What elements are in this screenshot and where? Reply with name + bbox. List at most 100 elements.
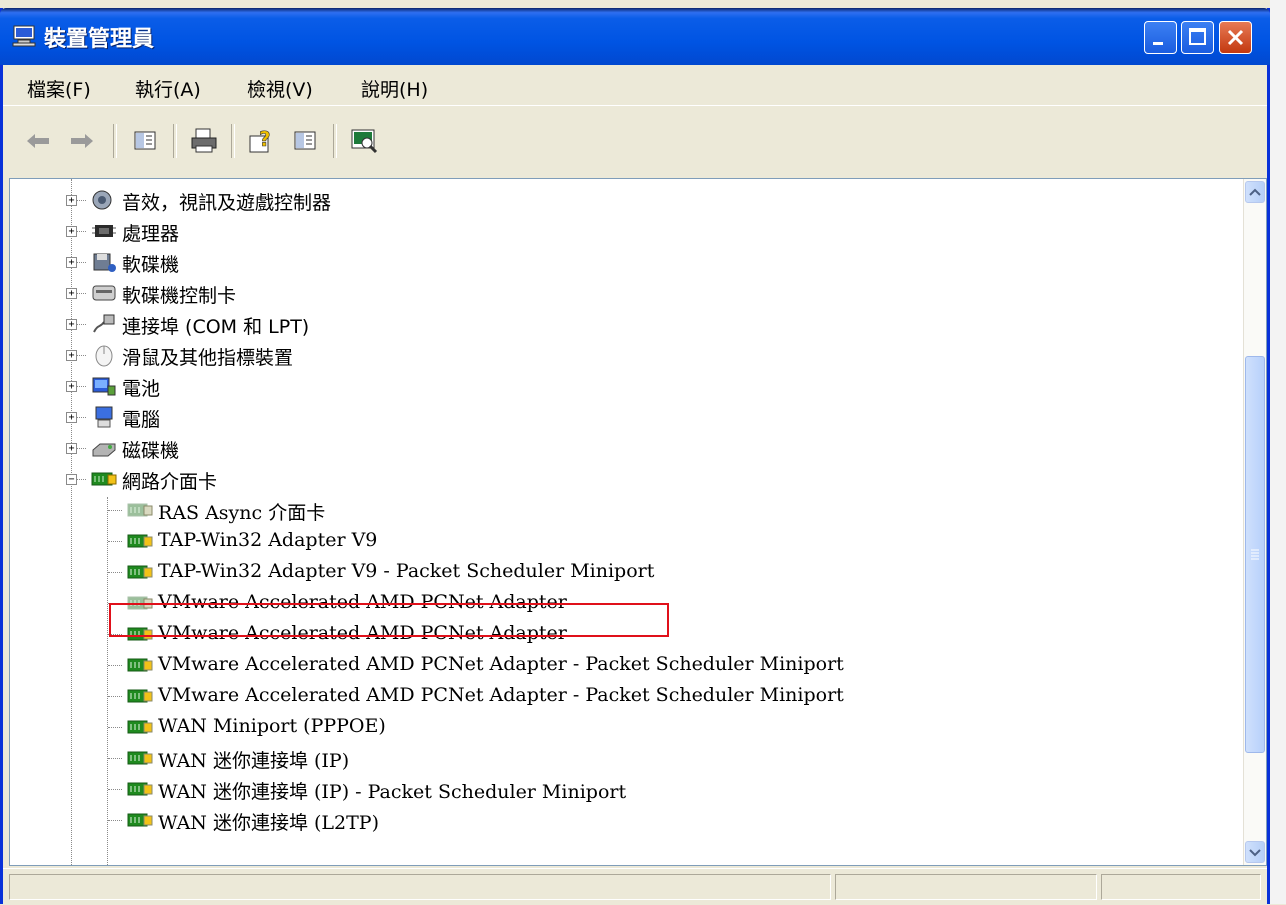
back-arrow-icon <box>27 134 49 148</box>
expand-toggle[interactable]: + <box>66 226 77 237</box>
network-adapter-item[interactable]: WAN 迷你連接埠 (IP) <box>10 743 1210 773</box>
network-adapter-item[interactable]: RAS Async 介面卡 <box>10 495 1210 525</box>
tree-category-label: 網路介面卡 <box>122 471 218 493</box>
network-adapter-label: WAN Miniport (PPPOE) <box>158 715 386 737</box>
back-button[interactable] <box>23 126 53 156</box>
tree-category-label: 電腦 <box>122 409 161 431</box>
scrollbar-thumb[interactable] <box>1245 356 1265 753</box>
collapse-toggle[interactable]: − <box>66 474 77 485</box>
expand-toggle[interactable]: + <box>66 350 77 361</box>
device-manager-window: 裝置管理員 檔案(F) 執行(A) 檢視(V) 說明(H) ? + 音效，視訊及… <box>0 8 1270 905</box>
highlight-box <box>109 603 669 637</box>
network-adapter-label: TAP-Win32 Adapter V9 <box>158 529 378 551</box>
expand-toggle[interactable]: + <box>66 257 77 268</box>
floppy-drive-icon <box>90 250 118 274</box>
network-adapter-item[interactable]: WAN 迷你連接埠 (L2TP) <box>10 805 1210 835</box>
disk-drive-icon <box>90 436 118 460</box>
minimize-button[interactable] <box>1144 21 1177 54</box>
port-icon <box>90 312 118 336</box>
tree-connector <box>108 510 122 511</box>
print-button[interactable] <box>189 126 219 156</box>
properties-icon <box>294 131 316 150</box>
chevron-up-icon <box>1249 188 1261 196</box>
network-card-icon <box>90 467 118 491</box>
network-adapter-label: RAS Async 介面卡 <box>158 502 326 524</box>
scroll-down-button[interactable] <box>1245 841 1265 863</box>
network-adapter-item[interactable]: TAP-Win32 Adapter V9 - Packet Scheduler … <box>10 557 1210 587</box>
desktop-edge <box>1270 0 1286 904</box>
network-adapter-item[interactable]: VMware Accelerated AMD PCNet Adapter - P… <box>10 650 1210 680</box>
network-adapter-item[interactable]: WAN 迷你連接埠 (IP) - Packet Scheduler Minipo… <box>10 774 1210 804</box>
tree-connector <box>108 665 122 666</box>
tree-category-label: 電池 <box>122 378 161 400</box>
expand-toggle[interactable]: + <box>66 288 77 299</box>
maximize-button[interactable] <box>1181 21 1214 54</box>
tree-category[interactable]: + 連接埠 (COM 和 LPT) <box>10 309 1210 339</box>
computer-icon <box>90 405 118 429</box>
tree-category[interactable]: − 網路介面卡 <box>10 464 1210 494</box>
network-card-disabled-icon <box>126 498 154 522</box>
title-bar[interactable]: 裝置管理員 <box>0 8 1270 65</box>
tree-category[interactable]: + 電腦 <box>10 402 1210 432</box>
status-pane-main <box>9 874 831 900</box>
menu-bar: 檔案(F) 執行(A) 檢視(V) 說明(H) <box>3 65 1267 106</box>
network-adapter-item[interactable]: VMware Accelerated AMD PCNet Adapter - P… <box>10 681 1210 711</box>
close-button[interactable] <box>1219 21 1252 54</box>
status-bar <box>3 868 1267 905</box>
network-card-icon <box>126 560 154 584</box>
menu-file[interactable]: 檔案(F) <box>27 75 91 102</box>
expand-toggle[interactable]: + <box>66 443 77 454</box>
speaker-icon <box>90 188 118 212</box>
network-adapter-label: VMware Accelerated AMD PCNet Adapter - P… <box>158 653 844 675</box>
help-icon: ? <box>249 127 271 153</box>
menu-help[interactable]: 說明(H) <box>361 75 428 102</box>
tree-category-label: 軟碟機 <box>122 254 180 276</box>
scroll-up-button[interactable] <box>1245 181 1265 203</box>
toolbar: ? <box>3 106 1267 176</box>
toolbar-separator <box>333 124 337 158</box>
vertical-scrollbar[interactable] <box>1243 179 1266 865</box>
network-card-icon <box>126 808 154 832</box>
network-card-icon <box>126 777 154 801</box>
network-adapter-item[interactable]: TAP-Win32 Adapter V9 <box>10 526 1210 556</box>
expand-toggle[interactable]: + <box>66 195 77 206</box>
tree-category[interactable]: + 磁碟機 <box>10 433 1210 463</box>
print-icon <box>191 128 217 153</box>
close-icon <box>1227 29 1244 46</box>
tree-category[interactable]: + 電池 <box>10 371 1210 401</box>
tree-connector <box>108 696 122 697</box>
menu-view[interactable]: 檢視(V) <box>247 75 313 102</box>
status-pane-secondary <box>835 874 1097 900</box>
help-button[interactable]: ? <box>247 126 277 156</box>
device-tree-view[interactable]: + 音效，視訊及遊戲控制器 + 處理器 + 軟碟機 + 軟碟機控制卡 + 連接埠 (COM 和 L… <box>9 178 1267 866</box>
network-card-icon <box>126 653 154 677</box>
show-hide-tree-button[interactable] <box>131 126 161 156</box>
forward-arrow-icon <box>71 134 93 148</box>
chevron-down-icon <box>1249 849 1261 857</box>
toolbar-separator <box>231 124 235 158</box>
maximize-icon <box>1189 28 1206 45</box>
tree-category[interactable]: + 軟碟機控制卡 <box>10 278 1210 308</box>
mouse-icon <box>90 343 118 367</box>
tree-connector <box>108 758 122 759</box>
properties-button[interactable] <box>291 126 321 156</box>
scan-hardware-icon <box>351 129 378 154</box>
expand-toggle[interactable]: + <box>66 319 77 330</box>
tree-category[interactable]: + 處理器 <box>10 216 1210 246</box>
tree-category[interactable]: + 軟碟機 <box>10 247 1210 277</box>
menu-action[interactable]: 執行(A) <box>135 75 201 102</box>
scan-hardware-button[interactable] <box>349 126 379 156</box>
network-adapter-label: WAN 迷你連接埠 (L2TP) <box>158 812 379 834</box>
forward-button[interactable] <box>67 126 97 156</box>
tree-category[interactable]: + 滑鼠及其他指標裝置 <box>10 340 1210 370</box>
network-adapter-item[interactable]: WAN Miniport (PPPOE) <box>10 712 1210 742</box>
tree-connector <box>108 727 122 728</box>
show-hide-tree-icon <box>134 131 156 150</box>
expand-toggle[interactable]: + <box>66 381 77 392</box>
tree-category-label: 軟碟機控制卡 <box>122 285 237 307</box>
status-pane-tertiary <box>1101 874 1261 900</box>
network-card-icon <box>126 746 154 770</box>
network-adapter-label: WAN 迷你連接埠 (IP) - Packet Scheduler Minipo… <box>158 781 627 803</box>
expand-toggle[interactable]: + <box>66 412 77 423</box>
tree-category[interactable]: + 音效，視訊及遊戲控制器 <box>10 185 1210 215</box>
